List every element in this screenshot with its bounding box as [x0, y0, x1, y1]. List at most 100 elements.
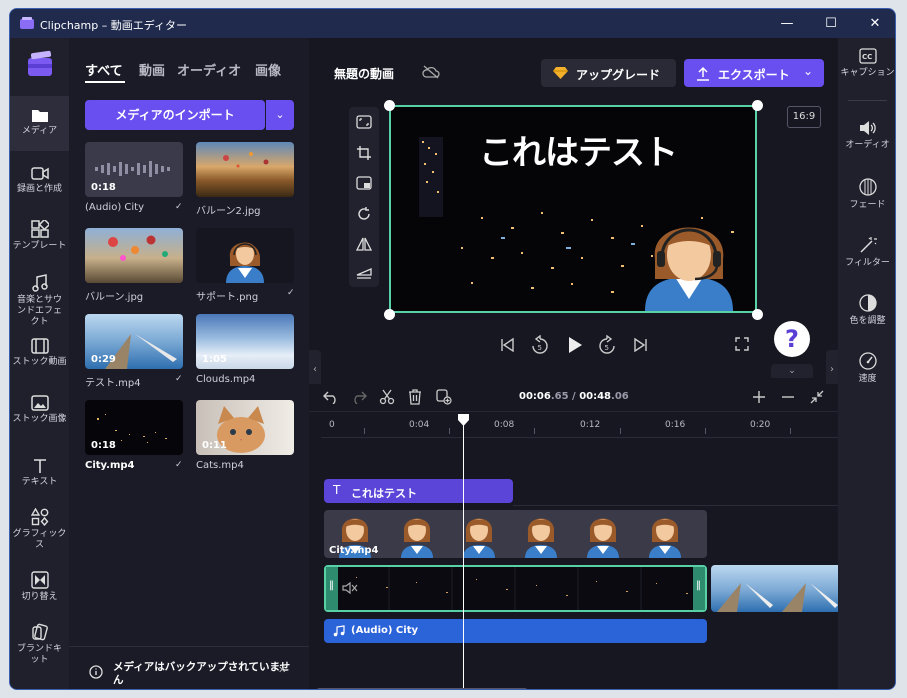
- fullscreen-icon[interactable]: [735, 337, 749, 351]
- rail-graphics[interactable]: グラフィックス: [10, 508, 69, 551]
- rail-transitions[interactable]: 切り替え: [10, 571, 69, 603]
- maximize-button[interactable]: ☐: [809, 9, 853, 38]
- rail-music[interactable]: 音楽とサウンドエフェクト: [10, 274, 69, 328]
- upgrade-button[interactable]: アップグレード: [541, 59, 676, 87]
- media-item-balloon[interactable]: [85, 228, 183, 283]
- templates-icon: [30, 220, 49, 238]
- media-item-cats[interactable]: 0:11: [196, 400, 294, 455]
- playhead[interactable]: [463, 414, 464, 689]
- svg-text:5: 5: [538, 344, 542, 352]
- music-note-icon: [333, 625, 345, 637]
- rewind-5s-icon[interactable]: 5: [531, 335, 549, 355]
- zoom-in-icon[interactable]: [752, 390, 766, 404]
- rail-record[interactable]: 録画と作成: [10, 166, 69, 195]
- upload-icon: [697, 66, 709, 81]
- media-item-name: バルーン.jpg: [85, 292, 144, 303]
- rail-filter[interactable]: フィルター: [838, 236, 895, 269]
- media-item-audio-city[interactable]: 0:18: [85, 142, 183, 197]
- align-icon[interactable]: [356, 266, 372, 280]
- resize-handle-tr[interactable]: [752, 100, 763, 111]
- tab-audio[interactable]: オーディオ: [177, 60, 241, 79]
- rail-stock-image[interactable]: ストック画像: [10, 395, 69, 425]
- project-title[interactable]: 無題の動画: [334, 65, 394, 82]
- muted-speaker-icon[interactable]: [342, 581, 358, 595]
- rail-text[interactable]: テキスト: [10, 458, 69, 488]
- aspect-ratio-button[interactable]: 16:9: [787, 106, 821, 128]
- timeline-ruler[interactable]: 0 0:04 0:08 0:12 0:16 0:20: [321, 414, 838, 436]
- trim-handle-right[interactable]: ‖: [693, 567, 705, 610]
- close-icon[interactable]: ✕: [278, 665, 286, 676]
- brand-kit-icon: [31, 623, 48, 641]
- support-operator-illustration: [226, 242, 264, 283]
- media-panel: すべて 動画 オーディオ 画像 メディアのインポート ⌄ 0:18 (Audio…: [69, 38, 309, 689]
- play-icon[interactable]: [567, 336, 583, 354]
- support-operator-overlay[interactable]: [639, 209, 739, 311]
- media-item-test[interactable]: 0:29: [85, 314, 183, 369]
- forward-5s-icon[interactable]: 5: [598, 335, 616, 355]
- scissors-icon[interactable]: [379, 389, 395, 405]
- resize-handle-bl[interactable]: [384, 309, 395, 320]
- collapse-preview-button[interactable]: ⌄: [771, 364, 813, 378]
- folder-icon: [31, 110, 48, 122]
- trim-handle-left[interactable]: ‖: [326, 567, 338, 610]
- flip-icon[interactable]: [356, 236, 372, 252]
- redo-icon[interactable]: [351, 390, 367, 404]
- audio-clip[interactable]: (Audio) City: [324, 619, 707, 643]
- resize-handle-tl[interactable]: [384, 100, 395, 111]
- tick-label: 0: [329, 420, 335, 430]
- svg-text:5: 5: [605, 344, 609, 352]
- diamond-icon: [553, 67, 568, 79]
- close-button[interactable]: ✕: [853, 9, 895, 38]
- rail-speed[interactable]: 速度: [838, 352, 895, 385]
- help-button[interactable]: ?: [774, 321, 810, 357]
- zoom-out-icon[interactable]: [781, 390, 795, 404]
- tab-video[interactable]: 動画: [139, 60, 165, 79]
- preview-overlay-text[interactable]: これはテスト: [479, 125, 678, 174]
- media-item-support[interactable]: [196, 228, 294, 283]
- video-preview[interactable]: これはテスト: [389, 105, 757, 313]
- current-time: 00:06: [519, 391, 551, 402]
- backup-text: メディアはバックアップされていません: [113, 661, 291, 686]
- rotate-icon[interactable]: [356, 206, 372, 222]
- fit-icon[interactable]: [356, 115, 372, 129]
- timeline-scrollbar[interactable]: [317, 688, 527, 689]
- text-t-icon: T: [333, 483, 341, 497]
- speedometer-icon: [858, 352, 877, 370]
- media-item-clouds[interactable]: 1:05: [196, 314, 294, 369]
- tab-image[interactable]: 画像: [255, 60, 281, 79]
- media-item-balloon2[interactable]: [196, 142, 294, 197]
- duplicate-icon[interactable]: [436, 389, 452, 405]
- import-media-button[interactable]: メディアのインポート: [85, 100, 265, 130]
- skip-forward-icon[interactable]: [633, 337, 649, 353]
- trash-icon[interactable]: [408, 389, 422, 405]
- video-clip-city[interactable]: ‖ ‖: [324, 565, 707, 612]
- video-clip-test[interactable]: [711, 565, 838, 612]
- rail-brand-kit[interactable]: ブランドキット: [10, 623, 69, 666]
- image-clip[interactable]: City.mp4: [324, 510, 707, 558]
- cloud-offline-icon: [422, 65, 440, 79]
- rail-captions[interactable]: CC キャプション: [838, 48, 895, 79]
- picture-in-picture-icon[interactable]: [356, 176, 372, 190]
- media-item-city[interactable]: 0:18: [85, 400, 183, 455]
- rail-fade[interactable]: フェード: [838, 178, 895, 211]
- text-clip[interactable]: T これはテスト: [324, 479, 513, 503]
- undo-icon[interactable]: [323, 390, 339, 404]
- tab-all[interactable]: すべて: [85, 60, 123, 79]
- crop-icon[interactable]: [356, 145, 372, 161]
- rail-templates[interactable]: テンプレート: [10, 220, 69, 252]
- rail-color-adjust[interactable]: 色を調整: [838, 294, 895, 327]
- playhead-handle[interactable]: [457, 414, 470, 426]
- resize-handle-br[interactable]: [752, 309, 763, 320]
- image-clip-thumbnails: [339, 518, 681, 558]
- rail-stock-video[interactable]: ストック動画: [10, 338, 69, 368]
- minimize-button[interactable]: —: [765, 9, 809, 38]
- backup-notice[interactable]: メディアはバックアップされていません ✕: [69, 646, 309, 689]
- film-icon: [30, 338, 49, 354]
- rail-audio[interactable]: オーディオ: [838, 120, 895, 151]
- export-button[interactable]: エクスポート ⌄: [684, 59, 824, 87]
- rail-media[interactable]: メディア: [10, 96, 69, 151]
- skip-back-icon[interactable]: [499, 337, 515, 353]
- fit-timeline-icon[interactable]: [810, 390, 824, 404]
- duration-label: 0:18: [91, 182, 116, 193]
- import-dropdown-button[interactable]: ⌄: [266, 100, 294, 130]
